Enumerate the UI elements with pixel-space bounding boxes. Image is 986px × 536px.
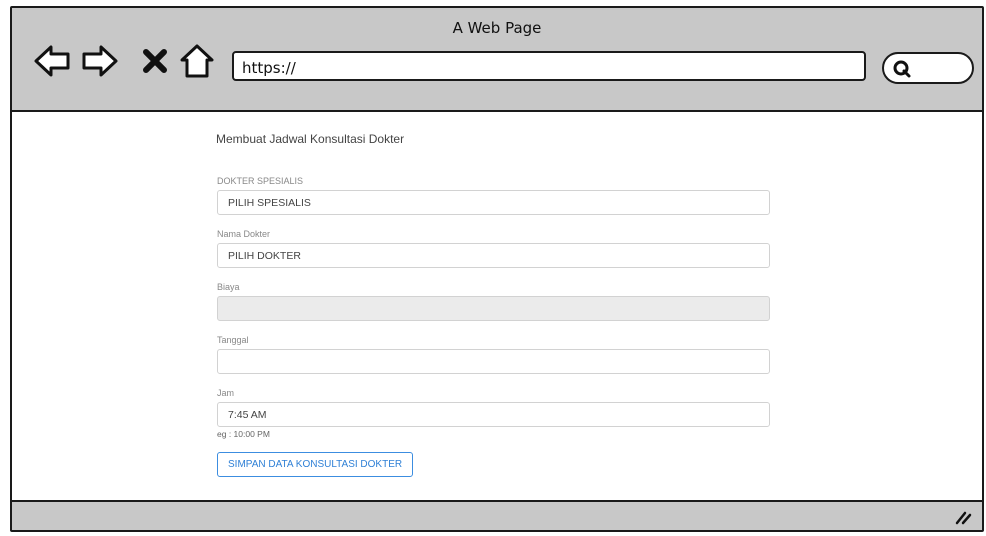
specialist-select[interactable]: PILIH SPESIALIS — [217, 190, 770, 215]
doctor-label: Nama Dokter — [217, 229, 271, 239]
status-bar — [12, 500, 982, 530]
date-label: Tanggal — [217, 335, 249, 345]
address-bar[interactable] — [232, 51, 866, 81]
specialist-label: DOKTER SPESIALIS — [217, 176, 304, 186]
cost-field — [217, 296, 770, 321]
save-consultation-button[interactable]: SIMPAN DATA KONSULTASI DOKTER — [217, 452, 414, 477]
home-icon[interactable] — [177, 42, 217, 80]
window-title: A Web Page — [452, 19, 542, 37]
browser-window: A Web Page Membuat Jadwal Konsultasi Dok… — [10, 6, 984, 532]
search-icon — [893, 60, 911, 78]
browser-toolbar: A Web Page — [12, 8, 982, 112]
resize-grip-icon[interactable] — [954, 508, 972, 526]
time-label: Jam — [217, 388, 235, 398]
arrow-left-icon[interactable] — [32, 42, 72, 80]
page-title: Membuat Jadwal Konsultasi Dokter — [216, 132, 405, 146]
close-icon[interactable] — [140, 42, 170, 80]
search-button[interactable] — [882, 52, 974, 84]
time-field[interactable]: 7:45 AM — [217, 402, 770, 427]
doctor-select[interactable]: PILIH DOKTER — [217, 243, 770, 268]
arrow-right-icon[interactable] — [80, 42, 120, 80]
date-field[interactable] — [217, 349, 770, 374]
cost-label: Biaya — [217, 282, 240, 292]
time-hint: eg : 10:00 PM — [217, 429, 270, 439]
page-content: Membuat Jadwal Konsultasi Dokter DOKTER … — [12, 112, 982, 500]
